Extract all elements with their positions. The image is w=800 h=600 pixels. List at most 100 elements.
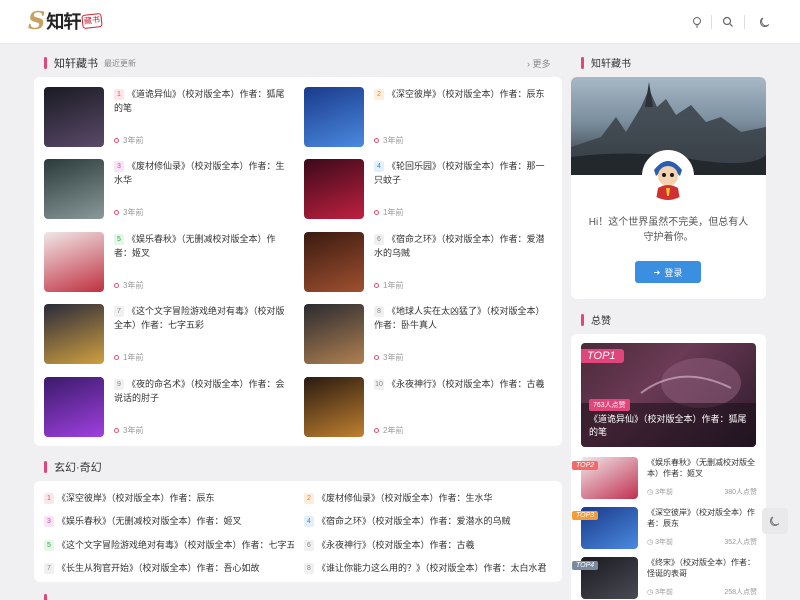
- rank-number: 6: [374, 234, 384, 245]
- list-item[interactable]: 7 《长生从狗官开始》（校对版全本）作者：吾心如故: [44, 561, 294, 574]
- clock-icon: [374, 355, 379, 360]
- login-button[interactable]: ➜ 登录: [635, 261, 701, 283]
- clock-icon: [374, 138, 379, 143]
- book-cover[interactable]: [304, 377, 364, 437]
- ranking-tag: TOP3: [572, 511, 599, 520]
- list-item[interactable]: 5 《这个文字冒险游戏绝对有毒》（校对版全本）作者：七字五彩: [44, 538, 294, 551]
- book-title[interactable]: 6 《宿命之环》（校对版全本）作者：爱潜水的乌贼: [374, 232, 552, 260]
- ranking-tag: TOP4: [572, 561, 599, 570]
- title-accent-bar: [44, 594, 47, 600]
- top1-card[interactable]: TOP1 763人点赞 《道诡异仙》（校对版全本）作者：狐尾的笔: [581, 343, 756, 447]
- book-time: 1年前: [114, 352, 143, 363]
- book-cover[interactable]: [304, 87, 364, 147]
- header-divider: [744, 15, 745, 29]
- book-title[interactable]: 4 《轮回乐园》（校对版全本）作者：那一只蚊子: [374, 159, 552, 187]
- section-title-next: [44, 594, 54, 600]
- ranking-title[interactable]: 《深空彼岸》（校对版全本）作者：辰东: [647, 507, 757, 529]
- book-cover[interactable]: [304, 159, 364, 219]
- ranking-item[interactable]: TOP3 《深空彼岸》（校对版全本）作者：辰东 ◷ 3年前 352人点赞: [572, 507, 757, 551]
- book-title[interactable]: 8 《地球人实在太凶猛了》（校对版全本）作者：卧牛真人: [374, 304, 552, 332]
- book-cover[interactable]: [44, 87, 104, 147]
- login-icon: ➜: [653, 267, 661, 277]
- rank-number: 8: [304, 563, 314, 574]
- rank-number: 1: [114, 89, 124, 100]
- book-item[interactable]: 9 《夜的命名术》（校对版全本）作者：会说话的肘子 3年前: [44, 377, 294, 439]
- list-item[interactable]: 3 《娱乐春秋》（无删减校对版全本）作者：姬叉: [44, 514, 294, 527]
- section-subtitle: 最近更新: [104, 58, 136, 68]
- book-title[interactable]: 1 《道诡异仙》（校对版全本）作者：狐尾的笔: [114, 87, 292, 115]
- ranking-title[interactable]: 《终宋》（校对版全本）作者：怪诞的表哥: [647, 557, 757, 579]
- book-cover[interactable]: [44, 232, 104, 292]
- rank-number: 2: [374, 89, 384, 100]
- rank-number: 6: [304, 540, 314, 551]
- clock-icon: [114, 283, 119, 288]
- ranking-likes: 380人点赞: [724, 489, 757, 496]
- clock-icon: ◷: [647, 589, 654, 596]
- book-time: 3年前: [114, 135, 143, 146]
- site-logo[interactable]: S 知轩 藏书: [28, 8, 104, 34]
- book-cover[interactable]: [304, 232, 364, 292]
- book-item[interactable]: 3 《废材修仙录》（校对版全本）作者：生水华 3年前: [44, 159, 294, 221]
- ranking-likes: 352人点赞: [724, 539, 757, 546]
- book-title[interactable]: 10 《永夜神行》（校对版全本）作者：古羲: [374, 377, 552, 405]
- book-title-text: 《深空彼岸》（校对版全本）作者：辰东: [387, 89, 545, 99]
- clock-icon: ◷: [647, 539, 654, 546]
- rank-number: 5: [44, 540, 54, 551]
- more-link[interactable]: › 更多: [527, 57, 551, 70]
- list-item[interactable]: 2 《废材修仙录》（校对版全本）作者：生水华: [304, 491, 554, 504]
- ranking-item[interactable]: TOP4 《终宋》（校对版全本）作者：怪诞的表哥 ◷ 3年前 258人点赞: [572, 557, 757, 600]
- rank-number: 7: [114, 306, 124, 317]
- list-item[interactable]: 6 《永夜神行》（校对版全本）作者：古羲: [304, 538, 554, 551]
- book-item[interactable]: 1 《道诡异仙》（校对版全本）作者：狐尾的笔 3年前: [44, 87, 294, 149]
- section-title-text: 玄幻·奇幻: [54, 462, 102, 474]
- list-item[interactable]: 4 《宿命之环》（校对版全本）作者：爱潜水的乌贼: [304, 514, 554, 527]
- login-label: 登录: [664, 267, 683, 278]
- book-title[interactable]: 9 《夜的命名术》（校对版全本）作者：会说话的肘子: [114, 377, 292, 405]
- list-item[interactable]: 1 《深空彼岸》（校对版全本）作者：辰东: [44, 491, 294, 504]
- book-time: 3年前: [114, 280, 143, 291]
- top1-tag: TOP1: [581, 349, 624, 363]
- ranking-item[interactable]: TOP2 《娱乐春秋》（无删减校对版全本）作者：姬叉 ◷ 3年前 380人点赞: [572, 457, 757, 501]
- dark-mode-toggle[interactable]: [762, 508, 788, 534]
- book-time: 3年前: [374, 135, 403, 146]
- book-item[interactable]: 4 《轮回乐园》（校对版全本）作者：那一只蚊子 1年前: [304, 159, 554, 221]
- book-title[interactable]: 7 《这个文字冒险游戏绝对有毒》（校对版全本）作者：七字五彩: [114, 304, 292, 332]
- section-title-fantasy: 玄幻·奇幻: [44, 459, 102, 475]
- book-item[interactable]: 8 《地球人实在太凶猛了》（校对版全本）作者：卧牛真人 3年前: [304, 304, 554, 366]
- book-item[interactable]: 6 《宿命之环》（校对版全本）作者：爱潜水的乌贼 1年前: [304, 232, 554, 294]
- top1-likes: 763人点赞: [589, 399, 630, 411]
- book-cover[interactable]: [44, 377, 104, 437]
- rank-number: 8: [374, 306, 384, 317]
- clock-icon: [374, 283, 379, 288]
- book-cover[interactable]: [44, 304, 104, 364]
- ranking-time: 3年前: [655, 489, 673, 496]
- ranking-title[interactable]: 《娱乐春秋》（无删减校对版全本）作者：姬叉: [647, 457, 757, 479]
- book-item[interactable]: 10 《永夜神行》（校对版全本）作者：古羲 2年前: [304, 377, 554, 439]
- ranking-time: 3年前: [655, 539, 673, 546]
- moon-icon[interactable]: [755, 12, 775, 32]
- book-time-text: 3年前: [123, 208, 144, 217]
- list-item[interactable]: 8 《谁让你能力这么用的？》（校对版全本）作者：太白水君: [304, 561, 554, 574]
- search-icon[interactable]: [718, 12, 738, 32]
- book-item[interactable]: 2 《深空彼岸》（校对版全本）作者：辰东 3年前: [304, 87, 554, 149]
- book-title-text: 《废材修仙录》（校对版全本）作者：生水华: [114, 161, 285, 185]
- rank-number: 7: [44, 563, 54, 574]
- list-item-text: 《这个文字冒险游戏绝对有毒》（校对版全本）作者：七字五彩: [57, 540, 294, 550]
- book-item[interactable]: 5 《娱乐春秋》（无删减校对版全本）作者：姬叉 3年前: [44, 232, 294, 294]
- book-title[interactable]: 2 《深空彼岸》（校对版全本）作者：辰东: [374, 87, 552, 115]
- book-title[interactable]: 5 《娱乐春秋》（无删减校对版全本）作者：姬叉: [114, 232, 292, 260]
- rank-number: 3: [114, 161, 124, 172]
- avatar[interactable]: [642, 150, 694, 202]
- book-cover[interactable]: [304, 304, 364, 364]
- book-cover[interactable]: [44, 159, 104, 219]
- book-title-text: 《夜的命名术》（校对版全本）作者：会说话的肘子: [114, 379, 285, 403]
- book-title[interactable]: 3 《废材修仙录》（校对版全本）作者：生水华: [114, 159, 292, 187]
- logo-text: 知轩: [46, 12, 81, 33]
- clock-icon: [114, 210, 119, 215]
- bulb-icon[interactable]: [687, 12, 707, 32]
- clock-icon: ◷: [647, 489, 654, 496]
- header-divider: [711, 15, 712, 29]
- book-item[interactable]: 7 《这个文字冒险游戏绝对有毒》（校对版全本）作者：七字五彩 1年前: [44, 304, 294, 366]
- more-link-label: 更多: [532, 59, 551, 69]
- list-item-text: 《废材修仙录》（校对版全本）作者：生水华: [317, 493, 493, 503]
